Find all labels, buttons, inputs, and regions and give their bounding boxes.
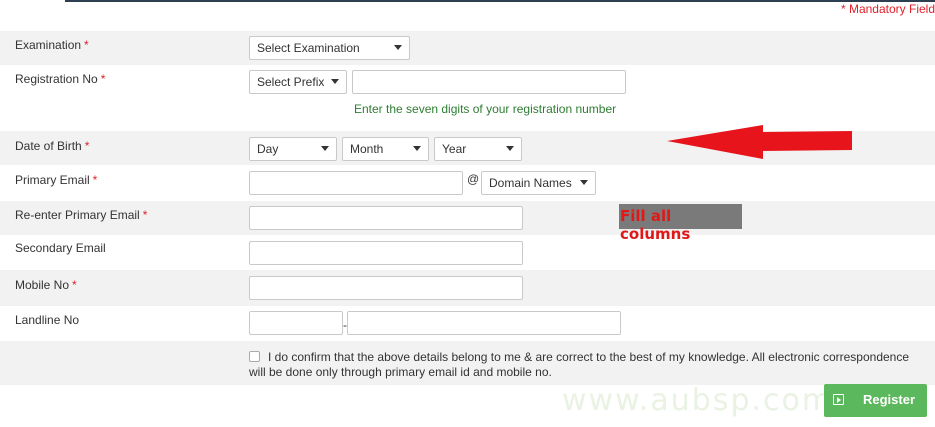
dob-day-select[interactable]: Day	[249, 137, 337, 161]
fill-all-columns-note: Fill all columns	[619, 204, 742, 243]
play-icon	[833, 394, 844, 405]
reenter-email-label: Re-enter Primary Email *	[15, 208, 148, 222]
primary-email-label: Primary Email *	[15, 173, 98, 187]
chevron-down-icon	[331, 79, 339, 84]
at-symbol: @	[467, 172, 480, 186]
examination-select[interactable]: Select Examination	[249, 36, 410, 60]
registration-number-input[interactable]	[352, 70, 626, 94]
confirm-block: I do confirm that the above details belo…	[249, 350, 929, 380]
landline-number-input[interactable]	[347, 311, 621, 335]
top-border	[0, 0, 935, 2]
dob-year-select[interactable]: Year	[434, 137, 522, 161]
landline-code-input[interactable]	[249, 311, 343, 335]
landline-label: Landline No	[15, 313, 80, 327]
secondary-email-input[interactable]	[249, 241, 523, 265]
registration-label: Registration No *	[15, 72, 106, 86]
registration-prefix-select[interactable]: Select Prefix	[249, 70, 347, 94]
register-label: Register	[863, 392, 916, 407]
active-tab-gap	[0, 0, 65, 4]
domain-names-select[interactable]: Domain Names	[481, 171, 596, 195]
mandatory-note: * Mandatory Field	[840, 2, 935, 16]
dob-month-select[interactable]: Month	[342, 137, 429, 161]
register-button[interactable]: Register	[824, 384, 927, 417]
red-arrow-annotation	[667, 125, 852, 159]
reenter-email-input[interactable]	[249, 206, 523, 230]
chevron-down-icon	[413, 146, 421, 151]
chevron-down-icon	[580, 180, 588, 185]
mobile-label: Mobile No *	[15, 278, 77, 292]
confirm-checkbox[interactable]	[249, 351, 260, 362]
secondary-email-label: Secondary Email	[15, 241, 106, 255]
primary-email-input[interactable]	[249, 171, 463, 195]
dob-label: Date of Birth *	[15, 139, 90, 153]
examination-label: Examination *	[15, 38, 89, 52]
confirm-text: I do confirm that the above details belo…	[249, 350, 910, 379]
watermark: www.aubsp.com	[562, 383, 834, 418]
examination-row: Examination *	[0, 31, 935, 65]
chevron-down-icon	[506, 146, 514, 151]
registration-hint: Enter the seven digits of your registrat…	[354, 102, 617, 116]
chevron-down-icon	[394, 45, 402, 50]
chevron-down-icon	[321, 146, 329, 151]
mobile-input[interactable]	[249, 276, 523, 300]
